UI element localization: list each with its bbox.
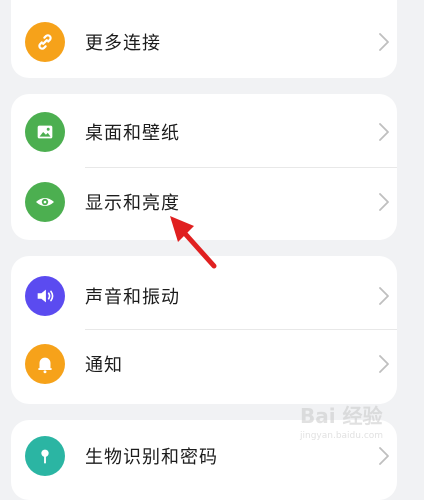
speaker-icon	[25, 276, 65, 316]
link-icon	[25, 22, 65, 62]
arrow-pointer-icon	[170, 216, 217, 269]
settings-item-label: 桌面和壁纸	[85, 123, 180, 144]
watermark-text: Bai 经验	[300, 404, 383, 428]
image-icon	[25, 112, 65, 152]
settings-item-label: 声音和振动	[85, 287, 180, 308]
settings-item-label: 更多连接	[85, 33, 161, 54]
chevron-right-icon	[379, 355, 389, 373]
watermark-subtext: jingyan.baidu.com	[300, 431, 384, 441]
key-icon	[25, 436, 65, 476]
settings-item-label: 生物识别和密码	[85, 447, 218, 468]
watermark: Bai 经验 jingyan.baidu.com	[300, 400, 416, 450]
card-connections: 更多连接	[11, 0, 397, 78]
settings-item-label: 通知	[85, 355, 123, 376]
chevron-right-icon	[379, 287, 389, 305]
settings-item-desktop-wallpaper[interactable]: 桌面和壁纸	[11, 98, 397, 166]
chevron-right-icon	[379, 123, 389, 141]
card-sound-notifications: 声音和振动 通知	[11, 256, 397, 404]
eye-icon	[25, 182, 65, 222]
chevron-right-icon	[379, 33, 389, 51]
settings-item-notifications[interactable]: 通知	[11, 330, 397, 398]
settings-item-more-connections[interactable]: 更多连接	[11, 8, 397, 76]
bell-icon	[25, 344, 65, 384]
chevron-right-icon	[379, 193, 389, 211]
